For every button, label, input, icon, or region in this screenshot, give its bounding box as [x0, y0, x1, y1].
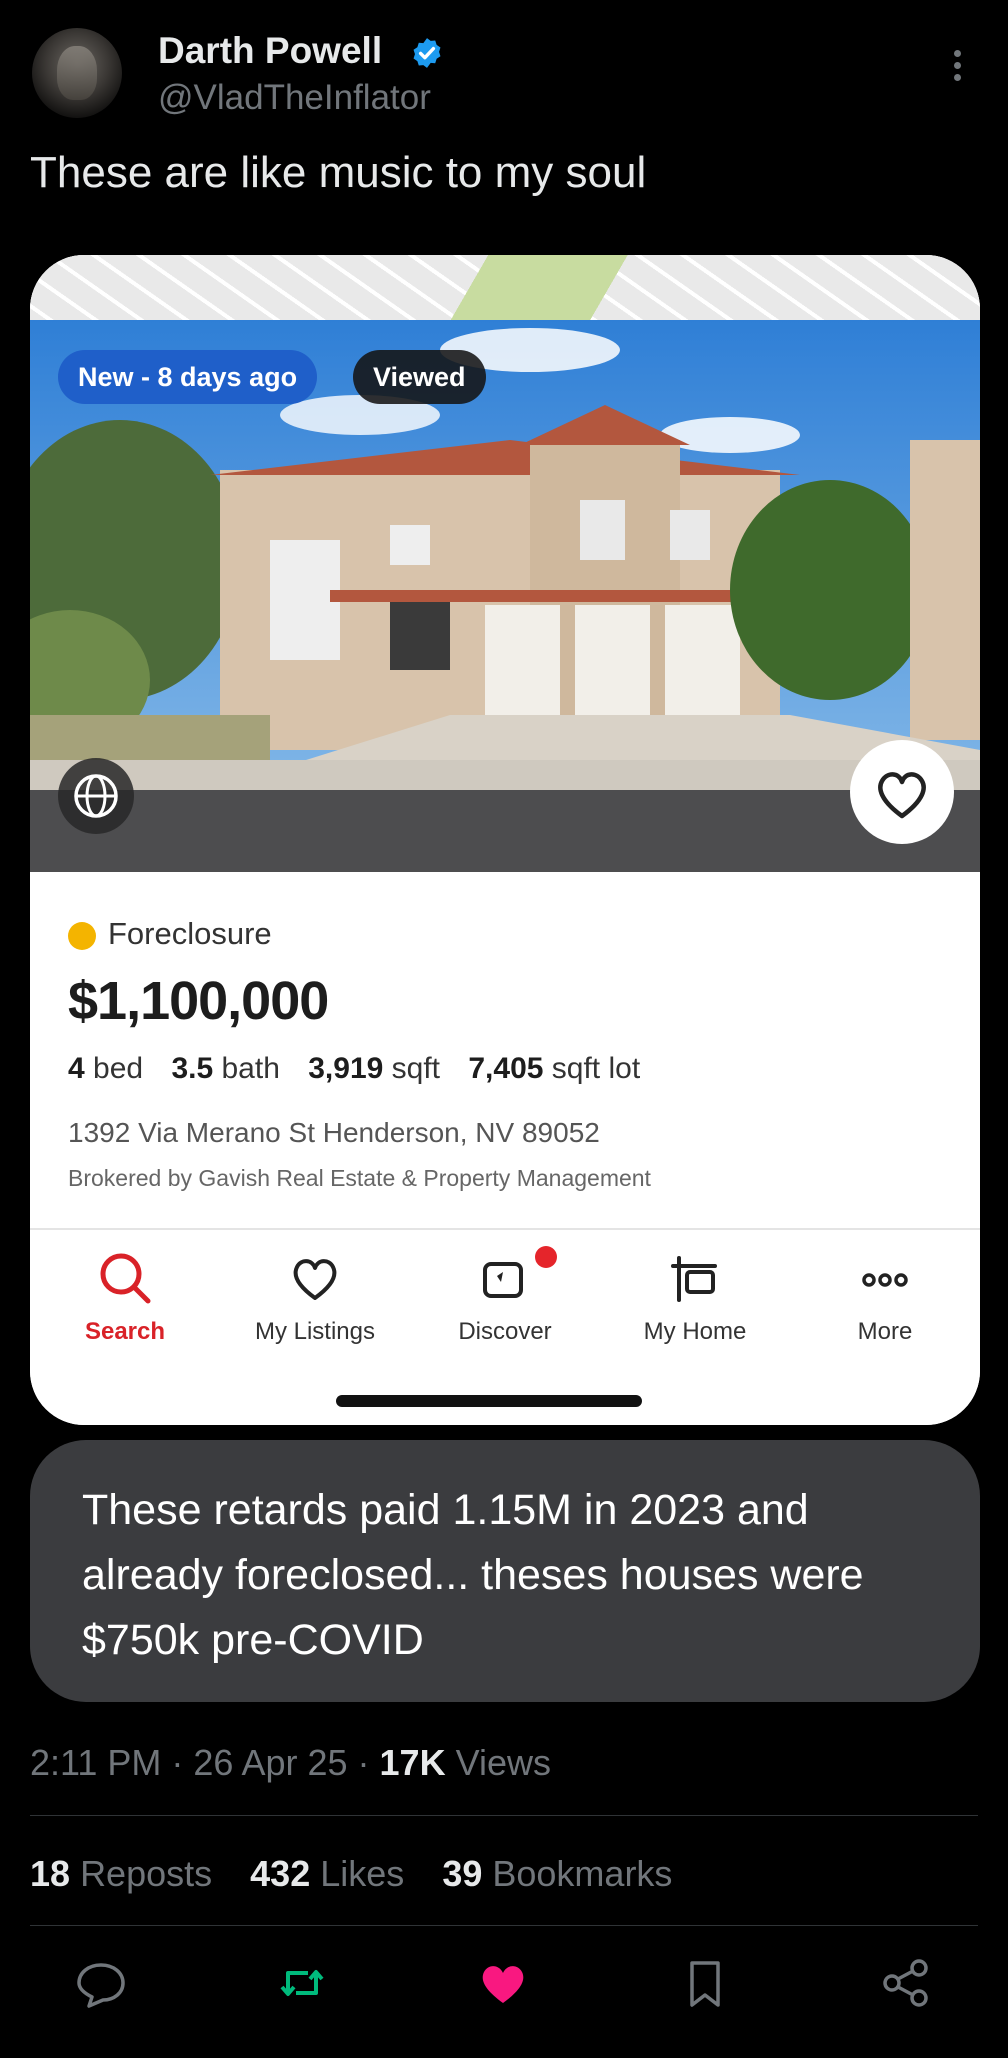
tab-my-listings-label: My Listings: [254, 1318, 376, 1345]
reply-icon: [77, 1963, 125, 2008]
attached-image[interactable]: New - 8 days ago Viewed Foreclosure $1,1…: [30, 255, 980, 1425]
tweet-text: These are like music to my soul: [30, 148, 647, 197]
lot-unit: sqft lot: [551, 1052, 641, 1085]
tab-discover[interactable]: Discover: [410, 1230, 600, 1360]
more-dots-icon: [862, 1273, 908, 1287]
tab-my-home[interactable]: My Home: [600, 1230, 790, 1360]
listing-price: $1,100,000: [68, 971, 329, 1031]
heart-icon: [878, 772, 926, 819]
likes-stat[interactable]: 432 Likes: [250, 1853, 404, 1894]
listing-broker: Brokered by Gavish Real Estate & Propert…: [68, 1165, 651, 1191]
tab-more-label: More: [857, 1318, 913, 1345]
tab-my-listings[interactable]: My Listings: [220, 1230, 410, 1360]
bookmarks-stat[interactable]: 39 Bookmarks: [442, 1853, 672, 1894]
search-icon: [100, 1253, 151, 1304]
heart-filled-icon: [482, 1966, 524, 2003]
reposts-stat[interactable]: 18 Reposts: [30, 1853, 212, 1894]
house-photo[interactable]: New - 8 days ago Viewed: [30, 320, 980, 872]
tweet-date[interactable]: 26 Apr 25: [193, 1742, 347, 1783]
beds-value: 4: [68, 1052, 85, 1085]
reposts-label: Reposts: [80, 1853, 213, 1894]
new-listing-badge: New - 8 days ago: [58, 350, 318, 404]
heart-icon: [293, 1259, 337, 1300]
sqft-value: 3,919: [308, 1052, 384, 1085]
author-handle[interactable]: @VladTheInflator: [158, 78, 431, 118]
listing-address: 1392 Via Merano St Henderson, NV 89052: [68, 1117, 600, 1148]
tweet-meta: 2:11 PM · 26 Apr 25 · 17K Views: [30, 1742, 551, 1783]
tweet-time[interactable]: 2:11 PM: [30, 1742, 161, 1783]
divider: [30, 1925, 978, 1926]
bookmarks-count: 39: [442, 1853, 483, 1894]
more-options-icon[interactable]: [948, 50, 966, 90]
viewed-badge: Viewed: [353, 350, 486, 404]
share-button[interactable]: [878, 1955, 934, 2011]
baths-value: 3.5: [171, 1052, 214, 1085]
verified-badge-icon: [410, 36, 444, 70]
author-name[interactable]: Darth Powell: [158, 30, 382, 72]
discover-icon: [483, 1262, 523, 1298]
tab-search-label: Search: [84, 1318, 166, 1345]
listing-specs: 4 bed 3.5 bath 3,919 sqft 7,405 sqft lot: [68, 1052, 640, 1086]
bookmark-button[interactable]: [677, 1955, 733, 2011]
status-dot: [68, 922, 96, 950]
share-icon: [883, 1959, 928, 2007]
like-button[interactable]: [475, 1955, 531, 2011]
tab-search[interactable]: Search: [30, 1230, 220, 1360]
divider: [30, 1815, 978, 1816]
save-favorite-button[interactable]: [850, 740, 954, 844]
home-indicator: [336, 1395, 642, 1407]
repost-button[interactable]: [274, 1955, 330, 2011]
avatar[interactable]: [32, 28, 122, 118]
notification-dot: [535, 1246, 557, 1268]
likes-count: 432: [250, 1853, 311, 1894]
beds-unit: bed: [93, 1052, 144, 1085]
views-label: Views: [455, 1742, 551, 1783]
lot-value: 7,405: [468, 1052, 544, 1085]
message-bubble: These retards paid 1.15M in 2023 and alr…: [30, 1440, 980, 1702]
globe-icon[interactable]: [58, 758, 134, 834]
listing-status: Foreclosure: [108, 916, 272, 951]
likes-label: Likes: [320, 1853, 405, 1894]
tab-more[interactable]: More: [790, 1230, 980, 1360]
action-bar: [0, 1955, 1008, 2025]
reposts-count: 18: [30, 1853, 71, 1894]
tweet-stats: 18 Reposts 432 Likes 39 Bookmarks: [30, 1853, 672, 1895]
bookmark-icon: [690, 1961, 720, 2007]
baths-unit: bath: [221, 1052, 280, 1085]
sqft-unit: sqft: [391, 1052, 441, 1085]
listing-card[interactable]: Foreclosure $1,100,000 4 bed 3.5 bath 3,…: [30, 872, 980, 1232]
tab-my-home-label: My Home: [643, 1318, 747, 1345]
bookmarks-label: Bookmarks: [492, 1853, 673, 1894]
views-count: 17K: [379, 1742, 446, 1783]
tab-discover-label: Discover: [458, 1318, 552, 1345]
message-text: These retards paid 1.15M in 2023 and alr…: [82, 1486, 864, 1664]
home-sign-icon: [671, 1256, 717, 1302]
repost-icon: [280, 1970, 324, 1996]
reply-button[interactable]: [73, 1955, 129, 2011]
